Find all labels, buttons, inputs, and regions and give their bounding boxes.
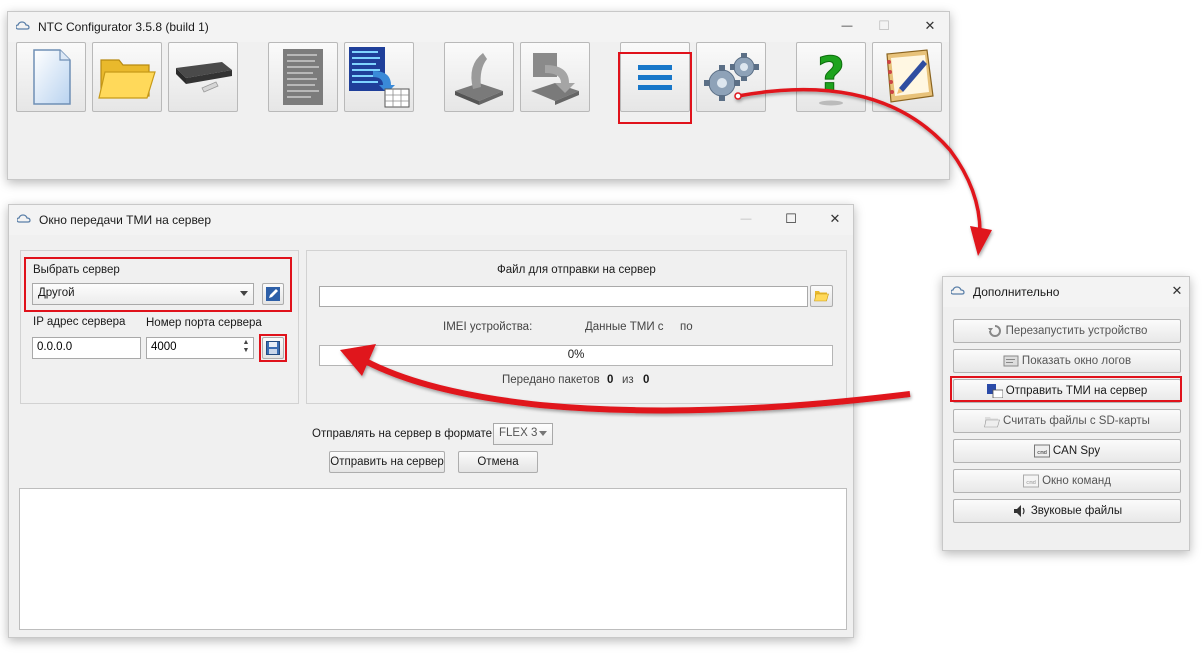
- sound-files-label: Звуковые файлы: [1030, 505, 1123, 517]
- can-spy-label: CAN Spy: [1052, 445, 1101, 457]
- write-config-button[interactable]: [520, 42, 590, 112]
- minimize-button[interactable]: —: [837, 20, 857, 32]
- extra-window: Дополнительно ✕ Перезапустить устройство…: [942, 276, 1190, 551]
- app-logo-icon: [17, 214, 31, 223]
- main-window-title: NTC Configurator 3.5.8 (build 1): [38, 20, 209, 34]
- packets-sent-label: Передано пакетов: [502, 374, 600, 386]
- log-textarea[interactable]: [19, 488, 847, 630]
- cancel-button[interactable]: Отмена: [458, 451, 538, 473]
- port-label: Номер порта сервера: [146, 317, 262, 329]
- lever-up-icon: [455, 53, 503, 105]
- lever-down-icon: [531, 53, 579, 105]
- server-dropdown-value: Другой: [38, 287, 75, 299]
- sd-folder-icon: [984, 417, 1000, 428]
- packets-of-label: из: [622, 374, 634, 386]
- device-icon: [176, 62, 232, 93]
- ip-address-input[interactable]: 0.0.0.0: [32, 337, 141, 359]
- app-logo-icon: [951, 286, 965, 295]
- save-server-button[interactable]: [262, 337, 284, 359]
- app-logo-icon: [16, 21, 30, 30]
- command-window-label: Окно команд: [1042, 475, 1111, 487]
- command-window-button[interactable]: cmd Окно команд: [953, 469, 1181, 493]
- chevron-down-icon: [240, 291, 248, 296]
- sound-icon: [1013, 505, 1025, 517]
- send-to-server-button[interactable]: Отправить на сервер: [329, 451, 445, 473]
- extra-window-title: Дополнительно: [973, 285, 1060, 299]
- select-server-label: Выбрать сервер: [33, 264, 120, 276]
- gears-icon: [704, 53, 759, 101]
- edit-server-button[interactable]: [262, 283, 284, 305]
- tmi-maximize-button[interactable]: ☐: [781, 211, 801, 227]
- port-spinner[interactable]: ▲ ▼: [240, 339, 252, 357]
- packets-total-value: 0: [643, 374, 650, 386]
- open-folder-button[interactable]: [92, 42, 162, 112]
- read-config-button[interactable]: [444, 42, 514, 112]
- restart-device-button[interactable]: Перезапустить устройство: [953, 319, 1181, 343]
- floppy-disk-icon: [266, 341, 280, 355]
- folder-icon: [814, 291, 829, 302]
- port-input[interactable]: 4000 ▲ ▼: [146, 337, 254, 359]
- help-button[interactable]: ?: [796, 42, 866, 112]
- read-sd-files-label: Считать файлы с SD-карты: [1003, 415, 1150, 427]
- new-file-button[interactable]: [16, 42, 86, 112]
- cmd-icon: cmd: [1033, 444, 1050, 458]
- file-label: Файл для отправки на сервер: [497, 264, 656, 276]
- notebook-icon: [886, 49, 934, 103]
- show-log-window-label: Показать окно логов: [1021, 355, 1132, 367]
- main-titlebar: NTC Configurator 3.5.8 (build 1) — ☐ ✕: [8, 12, 949, 42]
- cmd-icon: cmd: [1023, 474, 1040, 488]
- restart-device-label: Перезапустить устройство: [1005, 325, 1148, 337]
- folder-icon: [98, 59, 156, 99]
- ip-address-label: IP адрес сервера: [33, 316, 126, 328]
- tmi-window-title: Окно передачи ТМИ на сервер: [39, 213, 212, 227]
- svg-text:cmd: cmd: [1037, 450, 1047, 456]
- tmi-titlebar: Окно передачи ТМИ на сервер — ☐ ✕: [9, 205, 853, 235]
- document-icon: [33, 49, 71, 105]
- tmi-minimize-button[interactable]: —: [736, 213, 756, 225]
- server-dropdown[interactable]: Другой: [32, 283, 254, 305]
- settings-button[interactable]: [696, 42, 766, 112]
- chevron-down-icon: [539, 431, 547, 436]
- edit-pencil-icon: [266, 287, 280, 301]
- send-tmi-highlight: [950, 376, 1182, 402]
- data-export-icon: [349, 47, 410, 108]
- close-button[interactable]: ✕: [920, 18, 940, 34]
- imei-label: IMEI устройства:: [443, 321, 533, 333]
- port-value: 4000: [151, 341, 177, 353]
- can-spy-button[interactable]: cmd CAN Spy: [953, 439, 1181, 463]
- read-sd-files-button[interactable]: Считать файлы с SD-карты: [953, 409, 1181, 433]
- tmi-data-to-label: по: [680, 321, 693, 333]
- restart-icon: [987, 325, 1001, 337]
- question-icon: ?: [817, 47, 845, 106]
- device-button[interactable]: [168, 42, 238, 112]
- sound-files-button[interactable]: Звуковые файлы: [953, 499, 1181, 523]
- browse-file-button[interactable]: [810, 285, 833, 307]
- export-data-button[interactable]: [344, 42, 414, 112]
- maximize-button[interactable]: ☐: [874, 18, 894, 34]
- log-window-icon: [1003, 355, 1019, 367]
- show-log-window-button[interactable]: Показать окно логов: [953, 349, 1181, 373]
- tmi-close-button[interactable]: ✕: [825, 211, 845, 227]
- svg-text:cmd: cmd: [1026, 480, 1036, 486]
- svg-text:?: ?: [817, 47, 845, 103]
- upload-progress-text: 0%: [567, 349, 585, 361]
- format-dropdown[interactable]: FLEX 3: [493, 423, 553, 445]
- format-dropdown-value: FLEX 3: [499, 427, 538, 439]
- about-button[interactable]: [872, 42, 942, 112]
- format-label: Отправлять на сервер в формате:: [312, 428, 496, 440]
- binary-data-icon: [283, 49, 323, 105]
- tmi-data-from-label: Данные ТМИ с: [585, 321, 664, 333]
- menu-button-highlight: [618, 52, 692, 124]
- file-path-input[interactable]: [319, 286, 808, 307]
- extra-titlebar: Дополнительно ✕: [943, 277, 1189, 307]
- upload-progress-bar: 0%: [319, 345, 833, 366]
- packets-sent-value: 0: [607, 374, 614, 386]
- raw-data-button[interactable]: [268, 42, 338, 112]
- extra-close-button[interactable]: ✕: [1167, 283, 1187, 299]
